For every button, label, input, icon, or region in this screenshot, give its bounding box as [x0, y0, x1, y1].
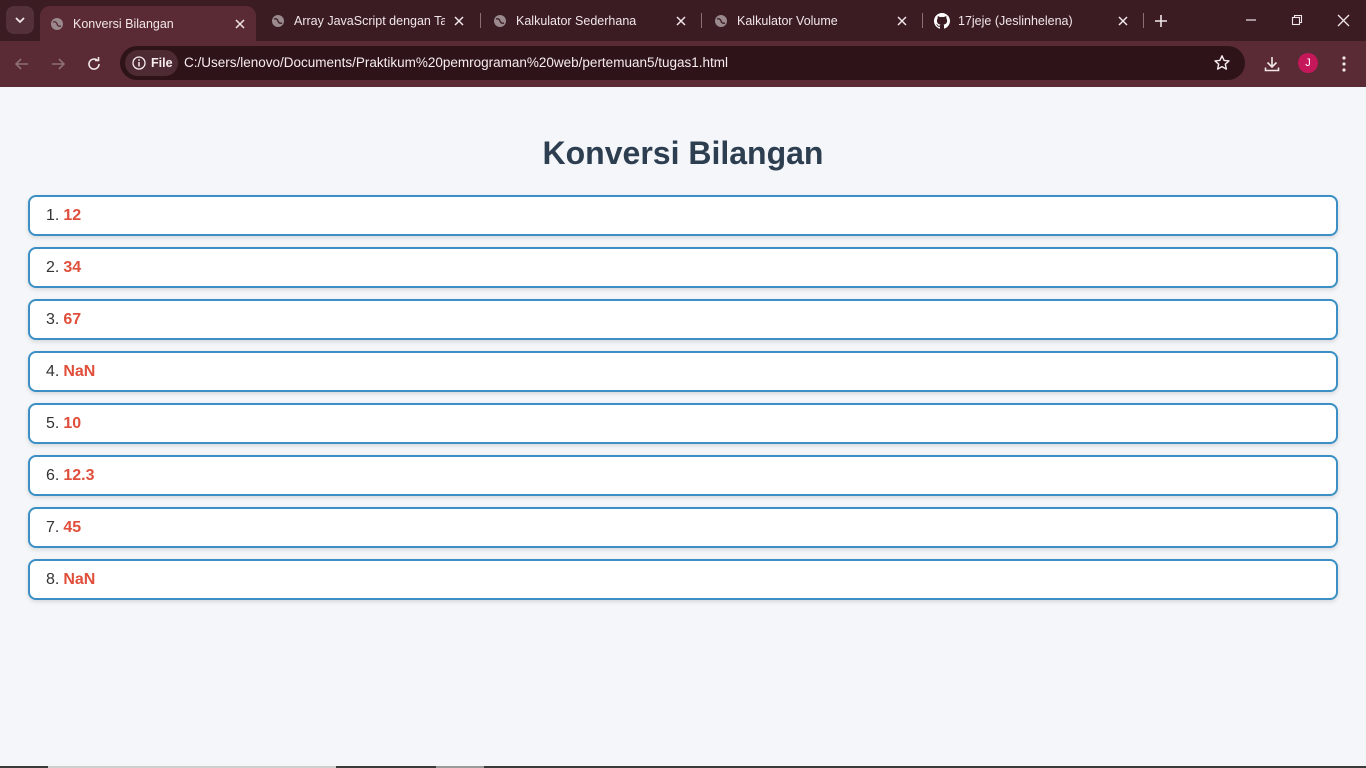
minimize-button[interactable]	[1241, 10, 1261, 30]
list-item: 5. 10	[28, 403, 1338, 444]
close-icon[interactable]	[895, 14, 909, 28]
github-icon	[934, 12, 950, 29]
page-content: Konversi Bilangan 1. 12 2. 34 3. 67 4. N…	[0, 87, 1366, 768]
list-item: 8. NaN	[28, 559, 1338, 600]
bookmark-star-icon[interactable]	[1213, 54, 1231, 72]
menu-button[interactable]	[1333, 53, 1355, 75]
tab-konversi-bilangan[interactable]: Konversi Bilangan	[40, 6, 256, 41]
item-index: 2.	[46, 258, 60, 276]
item-value: 12.3	[63, 466, 95, 484]
tab-title: 17jeje (Jeslinhelena)	[958, 13, 1073, 28]
site-info-chip[interactable]: File	[125, 50, 178, 76]
close-icon	[1337, 14, 1349, 26]
close-icon[interactable]	[1116, 14, 1130, 28]
close-icon[interactable]	[674, 14, 688, 28]
list-item: 7. 45	[28, 507, 1338, 548]
list-item: 1. 12	[28, 195, 1338, 236]
address-bar[interactable]: File C:/Users/lenovo/Documents/Praktikum…	[120, 46, 1245, 80]
profile-avatar[interactable]: J	[1298, 53, 1318, 73]
download-icon	[1264, 57, 1280, 72]
tab-title: Kalkulator Sederhana	[516, 13, 637, 28]
tab-array-javascript[interactable]: Array JavaScript dengan Tabel	[261, 0, 475, 41]
tab-kalkulator-sederhana[interactable]: Kalkulator Sederhana	[483, 0, 697, 41]
tab-separator	[922, 13, 923, 28]
globe-icon	[494, 14, 506, 27]
item-index: 3.	[46, 310, 60, 328]
back-button[interactable]	[11, 53, 33, 75]
tab-title: Kalkulator Volume	[737, 13, 838, 28]
page-title: Konversi Bilangan	[542, 135, 824, 171]
close-icon[interactable]	[452, 14, 466, 28]
result-list: 1. 12 2. 34 3. 67 4. NaN 5. 10 6. 12.3 7…	[28, 195, 1338, 611]
item-value: 67	[63, 310, 82, 328]
item-index: 6.	[46, 466, 60, 484]
tab-title: Array JavaScript dengan Tabel	[294, 13, 445, 28]
plus-icon	[1155, 15, 1167, 27]
tab-kalkulator-volume[interactable]: Kalkulator Volume	[704, 0, 918, 41]
item-index: 1.	[46, 206, 60, 224]
tab-search-button[interactable]	[6, 6, 34, 34]
item-value: NaN	[63, 362, 96, 380]
item-value: 34	[63, 258, 82, 276]
list-item: 6. 12.3	[28, 455, 1338, 496]
close-window-button[interactable]	[1333, 10, 1353, 30]
restore-icon	[1291, 14, 1303, 26]
reload-icon	[88, 57, 100, 70]
item-index: 8.	[46, 570, 60, 588]
item-index: 5.	[46, 414, 60, 432]
item-value: NaN	[63, 570, 96, 588]
tab-separator	[1143, 13, 1144, 28]
list-item: 2. 34	[28, 247, 1338, 288]
url-text[interactable]: C:/Users/lenovo/Documents/Praktikum%20pe…	[184, 55, 728, 70]
list-item: 3. 67	[28, 299, 1338, 340]
item-value: 45	[63, 518, 82, 536]
restore-button[interactable]	[1287, 10, 1307, 30]
reload-button[interactable]	[83, 53, 105, 75]
chevron-down-icon	[15, 17, 25, 24]
new-tab-button[interactable]	[1151, 11, 1171, 31]
arrow-right-icon	[52, 58, 66, 70]
downloads-button[interactable]	[1261, 53, 1283, 75]
list-item: 4. NaN	[28, 351, 1338, 392]
item-index: 7.	[46, 518, 60, 536]
browser-toolbar: File C:/Users/lenovo/Documents/Praktikum…	[0, 41, 1366, 87]
forward-button[interactable]	[47, 53, 69, 75]
arrow-left-icon	[14, 58, 28, 70]
item-value: 12	[63, 206, 82, 224]
tab-separator	[701, 13, 702, 28]
more-vertical-icon	[1342, 56, 1346, 72]
minimize-icon	[1246, 19, 1256, 21]
tab-separator	[480, 13, 481, 28]
tab-github-profile[interactable]: 17jeje (Jeslinhelena)	[925, 0, 1139, 41]
site-chip-label: File	[151, 56, 173, 70]
info-icon	[132, 56, 146, 70]
globe-icon	[51, 17, 63, 30]
tab-title: Konversi Bilangan	[73, 16, 174, 31]
tab-strip: Konversi Bilangan Array JavaScript denga…	[0, 0, 1366, 41]
item-value: 10	[63, 414, 82, 432]
item-index: 4.	[46, 362, 60, 380]
globe-icon	[715, 14, 727, 27]
close-icon[interactable]	[233, 17, 247, 31]
globe-icon	[272, 14, 284, 27]
